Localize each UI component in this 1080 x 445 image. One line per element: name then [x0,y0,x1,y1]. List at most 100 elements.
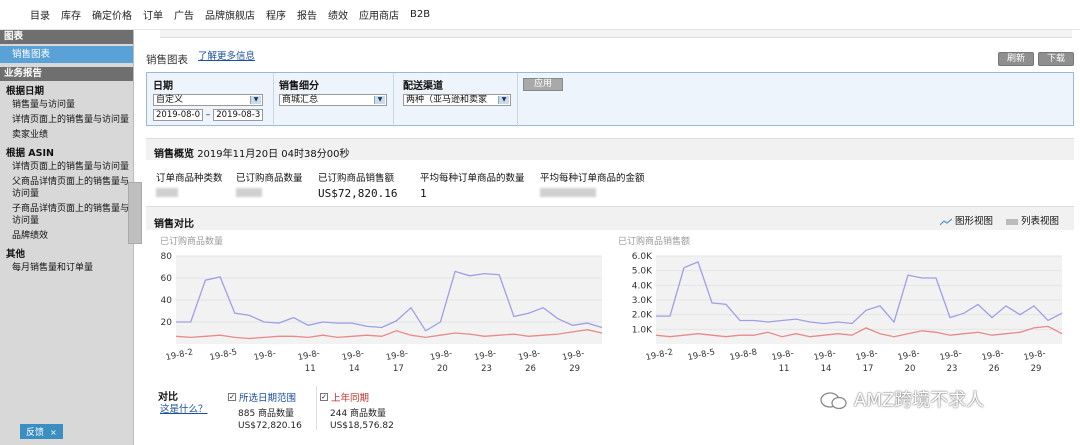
x-tick-label: 19-8- [517,349,541,363]
sales-overview-label: 销售概览 [154,149,194,160]
filter-panel: 日期 自定义 ▼ 2019-08-0 – 2019-08-3 销售细分 商城汇总… [146,72,1074,127]
sidebar-report-item[interactable]: 详情页面上的销售量与访问量 [0,160,133,175]
download-button[interactable]: 下载 [1038,52,1074,66]
legend-last-year: ✓ 上年同期 244 商品数量 US$18,576.82 [320,390,394,431]
legend-selected-range: ✓ 所选日期范围 885 商品数量 US$72,820.16 [228,390,302,431]
graph-view-toggle[interactable]: 图形视图 [940,213,993,227]
x-tick-label: 19-8-2 [645,347,674,363]
y-tick-label: 1.0K [632,325,653,335]
chevron-down-icon[interactable]: ▼ [498,96,509,104]
x-tick-label: 19-8- [429,349,453,363]
sidebar-group-title: 其他 [6,249,26,260]
list-view-toggle[interactable]: 列表视图 [1006,213,1059,227]
nav-item-3[interactable]: 订单 [143,7,163,22]
sidebar-header-business-reports: 业务报告 [0,67,133,81]
nav-item-8[interactable]: 绩效 [328,7,348,22]
list-view-label: 列表视图 [1021,216,1060,227]
sales-compare-title: 销售对比 [154,219,194,230]
channel-filter-label: 配送渠道 [403,81,443,92]
sidebar-report-item[interactable]: 子商品详情页面上的销售量与访问量 [0,202,133,229]
x-tick-label: 19-8-8 [729,347,758,363]
x-tick-label: 19-8- [1023,349,1047,363]
end-date-input[interactable]: 2019-08-3 [213,109,263,121]
chart-title: 已订购商品销售额 [618,235,690,247]
graph-view-label: 图形视图 [955,216,994,227]
legend-last-year-name: 上年同期 [331,393,370,404]
sales-overview-timestamp: 2019年11月20日 04时38分00秒 [197,149,350,160]
segment-filter-label: 销售细分 [279,81,319,92]
watermark-text: AMZ跨境不求人 [854,390,985,411]
channel-select[interactable]: 两种（亚马逊和卖家 ▼ [403,94,511,106]
x-tick-label: 19-8- [771,349,795,363]
metric-order-item-types: 订单商品种类数 [156,170,223,200]
metric-avg-units: 平均每种订单商品的数量 1 [420,170,525,200]
nav-item-4[interactable]: 广告 [174,7,194,22]
x-tick-label: 19-8- [385,349,409,363]
close-icon[interactable]: × [50,428,57,437]
x-tick-label-line2: 29 [1031,364,1042,374]
channel-value: 两种（亚马逊和卖家 [406,95,488,105]
checkbox-selected-range[interactable]: ✓ [228,393,236,401]
sidebar-report-item[interactable]: 父商品详情页面上的销售量与访问量 [0,175,133,202]
learn-more-link[interactable]: 了解更多信息 [198,48,255,62]
x-tick-label-line2: 17 [393,364,404,374]
top-navigation: 目录 库存 确定价格 订单 广告 品牌旗舰店 程序 报告 绩效 应用商店 B2B [0,0,1080,30]
top-strip [160,30,1072,38]
metric-ordered-sales: 已订购商品销售额 US$72,820.16 [318,170,397,200]
x-tick-label: 19-8- [341,349,365,363]
x-tick-label-line2: 14 [349,364,360,374]
sidebar-item-sales-chart[interactable]: 销售图表 [0,46,133,63]
sidebar-report-item[interactable]: 销售量与访问量 [0,98,133,113]
sales-compare-charts: 已订购商品数量2040608019-8-2 19-8-5 19-8- 19-8-111… [160,235,1063,374]
divider [316,386,317,430]
metric-units-ordered: 已订购商品数量 [236,170,303,200]
divider [517,73,518,127]
segment-value: 商城汇总 [282,95,319,105]
metric-avg-sales: 平均每种订单商品的金额 [540,170,645,200]
chart-title: 已订购商品数量 [160,235,223,247]
sidebar-report-item[interactable]: 品牌绩效 [0,229,133,244]
refresh-button[interactable]: 刷新 [998,52,1035,66]
wechat-icon [820,392,847,410]
x-tick-label-line2: 23 [481,364,492,374]
apply-button[interactable]: 应用 [523,78,563,91]
nav-item-9[interactable]: 应用商店 [359,7,399,22]
start-date-input[interactable]: 2019-08-0 [153,109,203,121]
sidebar-collapse-handle[interactable] [128,182,142,244]
date-range-value: 自定义 [156,95,184,105]
x-tick-label-line2: 14 [821,364,832,374]
custom-date-range: 2019-08-0 – 2019-08-3 [153,109,263,121]
x-tick-label: 19-8-2 [165,347,194,363]
chevron-down-icon[interactable]: ▼ [374,96,385,104]
nav-item-1[interactable]: 库存 [61,7,81,22]
metric-value: US$72,820.16 [318,187,398,200]
sales-overview-title: 销售概览 2019年11月20日 04时38分00秒 [154,145,349,160]
legend-last-year-qty: 244 商品数量 [330,409,387,419]
sidebar-report-item[interactable]: 详情页面上的销售量与访问量 [0,113,133,128]
y-tick-label: 3.0K [632,296,653,306]
nav-item-10[interactable]: B2B [410,9,430,20]
sidebar-report-item[interactable]: 卖家业绩 [0,128,133,143]
x-tick-label: 19-8- [897,349,921,363]
nav-item-5[interactable]: 品牌旗舰店 [205,7,255,22]
x-tick-label: 19-8- [855,349,879,363]
nav-item-7[interactable]: 报告 [297,7,317,22]
segment-select[interactable]: 商城汇总 ▼ [279,94,387,106]
checkbox-last-year[interactable]: ✓ [320,393,328,401]
nav-item-2[interactable]: 确定价格 [92,7,132,22]
sidebar-report-item[interactable]: 每月销售量和订单量 [0,261,133,276]
channel-filter: 配送渠道 两种（亚马逊和卖家 ▼ [403,77,511,106]
y-tick-label: 6.0K [632,252,653,262]
feedback-button[interactable]: 反馈 × [20,424,63,439]
chevron-down-icon[interactable]: ▼ [250,96,261,104]
x-tick-label: 19-8- [561,349,585,363]
y-tick-label: 40 [161,296,173,306]
date-filter: 日期 自定义 ▼ 2019-08-0 – 2019-08-3 [153,77,263,121]
date-range-select[interactable]: 自定义 ▼ [153,94,263,106]
nav-item-6[interactable]: 程序 [266,7,286,22]
nav-item-0[interactable]: 目录 [30,7,50,22]
redacted-value [236,188,262,197]
sales-compare-header: 销售对比 图形视图 列表视图 [146,206,1074,230]
metric-label: 平均每种订单商品的数量 [420,173,525,184]
whats-this-link[interactable]: 这是什么？ [160,401,208,415]
